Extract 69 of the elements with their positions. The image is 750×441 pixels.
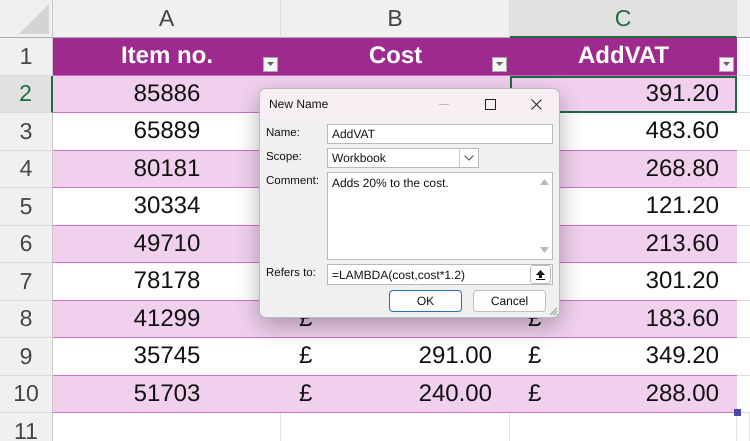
row-header[interactable]: 1 [0, 38, 53, 76]
cell-value: 349.20 [646, 342, 719, 370]
field-label: Comment: [266, 174, 320, 189]
caret-down-icon [267, 62, 274, 66]
row-header[interactable]: 10 [0, 376, 53, 413]
cell-value: 85886 [134, 80, 200, 108]
cell-value: 65889 [134, 117, 200, 146]
upload-arrow-icon [536, 270, 545, 280]
cell-value: 268.80 [646, 154, 719, 183]
filter-dropdown-button[interactable] [263, 56, 278, 72]
header-cell-text: Cost [368, 42, 422, 70]
cell-value: 240.00 [418, 380, 492, 408]
close-icon[interactable] [530, 98, 542, 110]
filter-dropdown-button[interactable] [492, 56, 507, 72]
cell-value: 35745 [134, 342, 200, 370]
maximize-icon[interactable] [484, 98, 496, 110]
currency-symbol: £ [528, 380, 542, 408]
currency-symbol: £ [299, 380, 312, 408]
row-header[interactable]: 7 [0, 263, 53, 300]
column-header[interactable]: B [281, 0, 510, 38]
dialog-button[interactable]: Cancel [473, 290, 546, 312]
scroll-down-icon[interactable] [540, 247, 548, 253]
cell-value: 49710 [134, 230, 200, 258]
field-label: Scope: [266, 150, 303, 165]
window-title: New Name [269, 97, 330, 111]
cell-value: 213.60 [646, 230, 719, 258]
row-header[interactable]: 2 [0, 76, 53, 113]
row-header[interactable]: 5 [0, 188, 53, 226]
scroll-up-icon[interactable] [540, 179, 548, 185]
cell-value: 41299 [134, 304, 200, 333]
select-all-icon[interactable] [19, 4, 49, 34]
name-field[interactable]: AddVAT [327, 124, 553, 144]
dialog-button[interactable]: OK [389, 290, 462, 312]
cell-value: 30334 [134, 192, 200, 220]
currency-symbol: £ [528, 342, 542, 370]
caret-down-icon [496, 62, 503, 66]
cell-value: 288.00 [646, 380, 719, 408]
column-header[interactable]: C [510, 0, 737, 38]
field-label: Refers to: [266, 266, 317, 281]
column-header[interactable]: A [53, 0, 281, 38]
cell-value: 183.60 [646, 304, 719, 333]
scope-dropdown[interactable]: Workbook [327, 148, 479, 168]
collapse-button[interactable] [530, 265, 551, 284]
row-header[interactable]: 8 [0, 300, 53, 338]
header-cell-text: AddVAT [578, 42, 670, 70]
cell-value: 291.00 [418, 342, 492, 370]
cell-value: 483.60 [646, 117, 719, 146]
row-header[interactable]: 3 [0, 113, 53, 150]
filter-dropdown-button[interactable] [719, 56, 734, 72]
cell-value: 78178 [134, 267, 200, 296]
cell-value: 80181 [134, 154, 200, 183]
row-header[interactable]: 11 [0, 413, 53, 441]
cell-value: 301.20 [646, 267, 719, 296]
field-label: Name: [266, 126, 301, 141]
cell-value: 121.20 [646, 192, 719, 220]
column-header[interactable] [737, 0, 750, 38]
row-header[interactable]: 4 [0, 150, 53, 188]
comment-field[interactable]: Adds 20% to the cost. [327, 172, 553, 260]
fill-handle[interactable] [734, 409, 741, 416]
resize-grip-icon[interactable] [549, 307, 558, 316]
caret-down-icon [723, 62, 730, 66]
cell-value: 391.20 [646, 80, 719, 108]
header-cell-text: Item no. [120, 42, 213, 70]
row-header[interactable]: 9 [0, 338, 53, 376]
chevron-down-icon [464, 155, 474, 161]
row-header[interactable]: 6 [0, 226, 53, 263]
cell-value: 51703 [134, 380, 200, 408]
refers-to-field[interactable]: =LAMBDA(cost,cost*1.2) [327, 264, 553, 285]
currency-symbol: £ [299, 342, 312, 370]
